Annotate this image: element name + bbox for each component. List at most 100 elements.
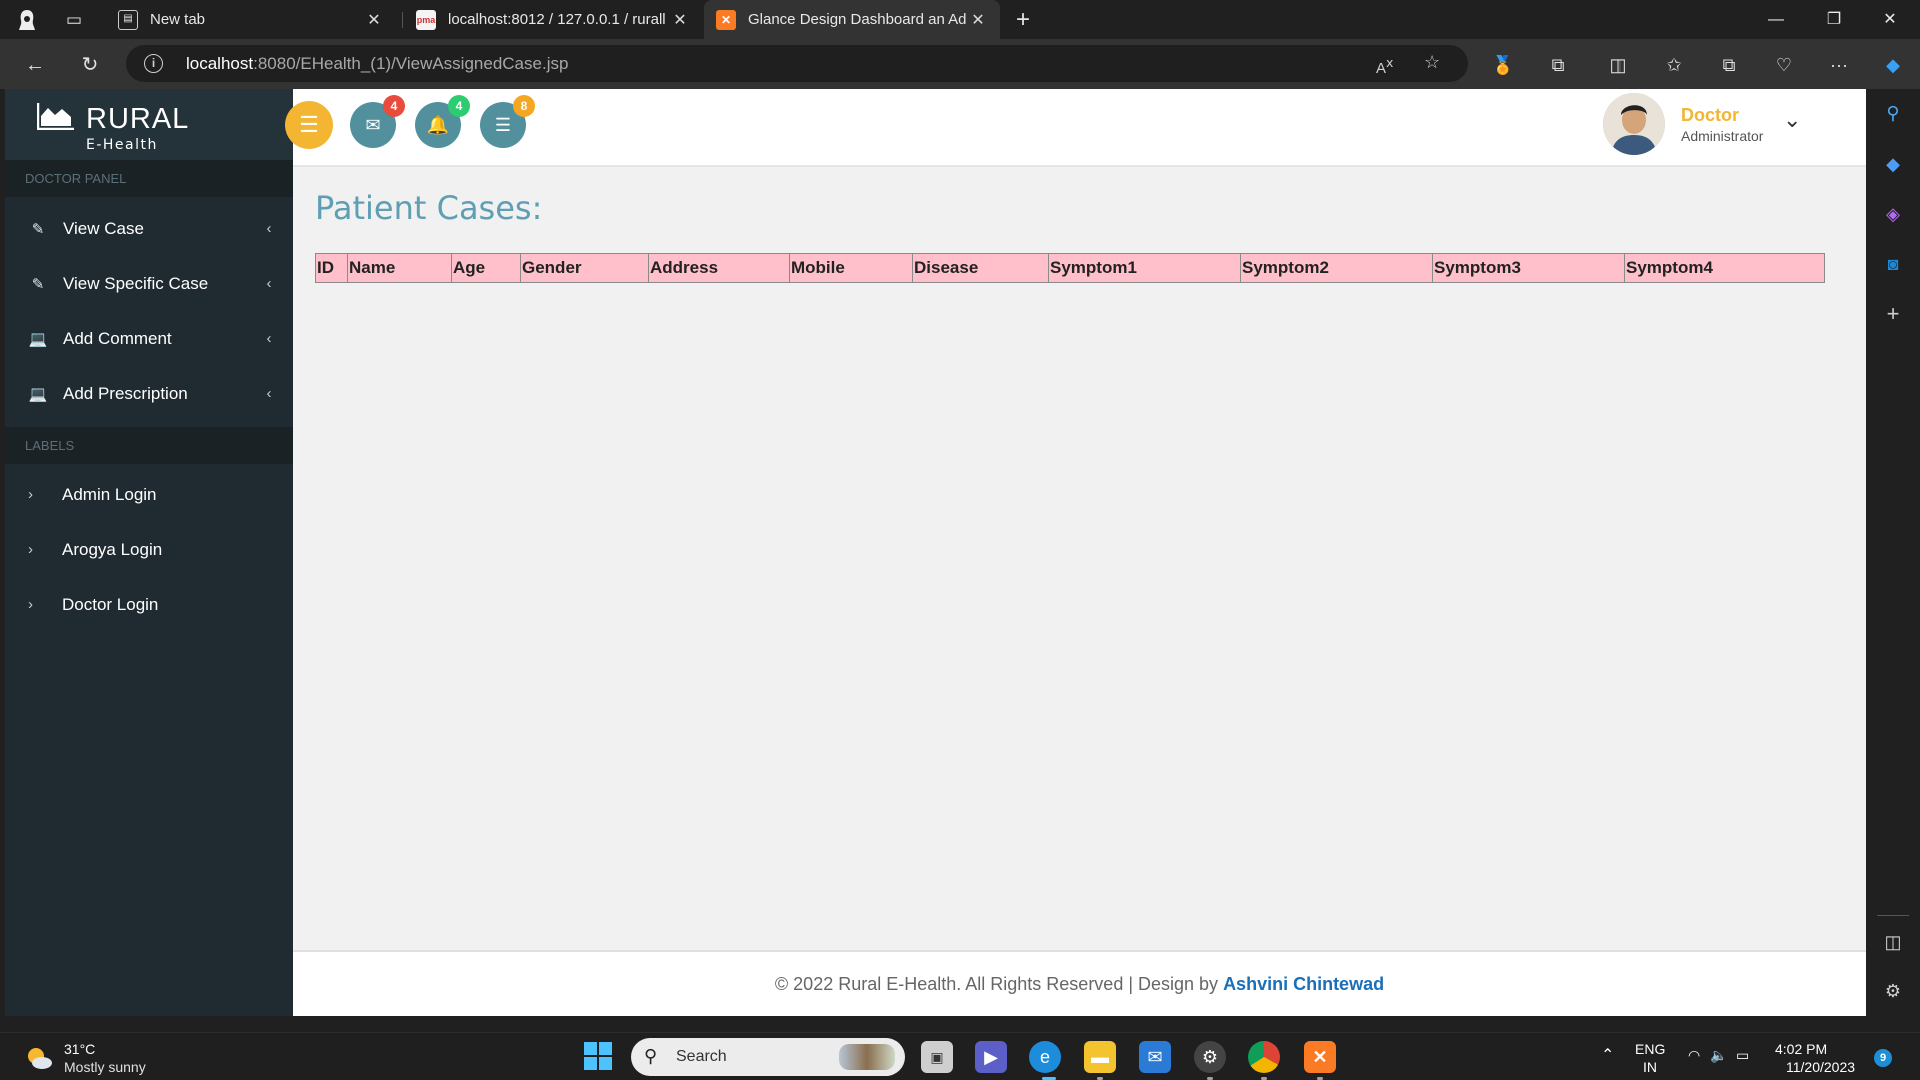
site-info-icon[interactable]: i <box>144 54 163 73</box>
taskbar-search[interactable]: ⚲ Search <box>631 1038 905 1076</box>
xampp-icon[interactable]: ✕ <box>1304 1041 1336 1073</box>
close-tab-icon[interactable]: ✕ <box>968 10 988 30</box>
sidebar-link-admin-login[interactable]: › Admin Login <box>5 467 293 522</box>
favorites-icon[interactable]: ✩ <box>1661 52 1687 78</box>
sidebar-link-doctor-login[interactable]: › Doctor Login <box>5 577 293 632</box>
chevron-down-icon: ⌄ <box>1783 107 1802 132</box>
column-header: Name <box>347 253 452 283</box>
tab-new-tab[interactable]: ▤ New tab ✕ <box>106 0 396 39</box>
sidebar-link-arogya-login[interactable]: › Arogya Login <box>5 522 293 577</box>
sun-cloud-icon <box>28 1048 52 1069</box>
brand-logo[interactable]: RURAL E-Health <box>5 89 293 160</box>
copilot-app-icon[interactable]: ◈ <box>1881 202 1905 226</box>
address-bar[interactable]: i localhost:8080/EHealth_(1)/ViewAssigne… <box>126 45 1468 82</box>
browser-toolbar: ← ↻ i localhost:8080/EHealth_(1)/ViewAss… <box>0 39 1920 89</box>
notifications-button[interactable]: 🔔 4 <box>415 95 470 148</box>
clock-time[interactable]: 4:02 PM <box>1775 1041 1827 1057</box>
extensions-icon[interactable]: ⧉ <box>1545 52 1571 78</box>
hamburger-menu-icon[interactable]: ☰ <box>285 101 333 149</box>
page-title: Patient Cases: <box>315 189 543 227</box>
outlook-icon[interactable]: ◙ <box>1881 252 1905 276</box>
more-options-icon[interactable]: ··· <box>1826 52 1852 78</box>
shopping-tag-icon[interactable]: ◆ <box>1881 152 1905 176</box>
sidebar-item-view-case[interactable]: ✎ View Case ‹ <box>5 201 293 256</box>
search-highlight-image <box>839 1044 895 1070</box>
tab-title: localhost:8012 / 127.0.0.1 / rurall <box>448 11 666 28</box>
minimize-icon[interactable]: — <box>1748 0 1804 39</box>
mail-icon[interactable]: ✉ <box>1139 1041 1171 1073</box>
hide-sidebar-icon[interactable]: ◫ <box>1881 930 1905 954</box>
column-header: Symptom3 <box>1432 253 1625 283</box>
wifi-icon[interactable]: ◠ <box>1688 1047 1700 1064</box>
messages-button[interactable]: ✉ 4 <box>350 95 405 148</box>
laptop-icon: 💻 <box>28 385 48 403</box>
clock-date[interactable]: 11/20/2023 <box>1786 1059 1855 1075</box>
browser-essentials-icon[interactable]: ♡ <box>1771 52 1797 78</box>
patient-cases-table: ID Name Age Gender Address Mobile Diseas… <box>315 253 1825 283</box>
close-tab-icon[interactable]: ✕ <box>364 10 384 30</box>
refresh-icon[interactable]: ↻ <box>77 52 103 78</box>
split-screen-icon[interactable]: ◫ <box>1605 52 1631 78</box>
column-header: ID <box>315 253 348 283</box>
tab-actions-icon[interactable]: ▭ <box>62 8 86 32</box>
new-tab-favicon-icon: ▤ <box>118 9 138 30</box>
profile-role: Administrator <box>1681 128 1764 144</box>
show-hidden-icons-chevron-up-icon[interactable]: ⌃ <box>1601 1045 1614 1065</box>
close-window-icon[interactable]: ✕ <box>1862 0 1918 39</box>
language-bottom[interactable]: IN <box>1643 1059 1657 1075</box>
doctor-panel-header: DOCTOR PANEL <box>5 160 293 197</box>
read-aloud-icon[interactable]: Aⅹ <box>1376 55 1393 77</box>
rewards-medal-icon[interactable]: 🏅 <box>1490 52 1516 78</box>
sidebar-item-label: Add Comment <box>63 328 172 348</box>
sidebar-item-view-specific-case[interactable]: ✎ View Specific Case ‹ <box>5 256 293 311</box>
teams-meet-icon[interactable]: ▶ <box>975 1041 1007 1073</box>
back-arrow-icon[interactable]: ← <box>22 52 48 78</box>
envelope-icon: ✉ <box>365 115 381 135</box>
sidebar-item-add-prescription[interactable]: 💻 Add Prescription ‹ <box>5 366 293 421</box>
footer: © 2022 Rural E-Health. All Rights Reserv… <box>293 950 1866 1016</box>
page-viewport: RURAL E-Health DOCTOR PANEL ✎ View Case … <box>0 89 1866 1016</box>
chevron-right-icon: › <box>28 486 33 503</box>
search-icon[interactable]: ⚲ <box>1881 101 1905 125</box>
new-tab-plus-icon[interactable]: + <box>1011 8 1035 32</box>
task-view-icon[interactable]: ▣ <box>921 1041 953 1073</box>
bell-icon: 🔔 <box>426 115 450 135</box>
edge-browser-icon[interactable]: e <box>1029 1041 1061 1073</box>
collections-icon[interactable]: ⧉ <box>1716 52 1742 78</box>
url-text[interactable]: localhost:8080/EHealth_(1)/ViewAssignedC… <box>186 54 568 74</box>
main-content: ☰ ✉ 4 🔔 4 ☰ 8 Doctor Administrator ⌄ Pat… <box>285 89 1866 1016</box>
language-top[interactable]: ENG <box>1635 1041 1665 1057</box>
weather-widget[interactable]: 31°C Mostly sunny <box>24 1039 204 1077</box>
favorite-star-icon[interactable]: ☆ <box>1424 52 1440 73</box>
profile-icon[interactable] <box>15 8 39 32</box>
top-header: ☰ ✉ 4 🔔 4 ☰ 8 Doctor Administrator ⌄ <box>285 89 1866 167</box>
tasks-badge: 8 <box>513 95 535 117</box>
chevron-left-icon: ‹ <box>266 275 272 292</box>
settings-gear-icon[interactable]: ⚙ <box>1881 979 1905 1003</box>
column-header: Symptom1 <box>1048 253 1241 283</box>
profile-dropdown[interactable]: Doctor Administrator ⌄ <box>1603 93 1863 159</box>
add-app-plus-icon[interactable]: + <box>1881 302 1905 326</box>
battery-icon[interactable]: ▭ <box>1736 1047 1749 1064</box>
restore-icon[interactable]: ❐ <box>1806 0 1862 39</box>
copilot-icon[interactable]: ◆ <box>1880 52 1906 78</box>
brand-name: RURAL <box>86 103 190 135</box>
settings-gear-app-icon[interactable]: ⚙ <box>1194 1041 1226 1073</box>
windows-start-icon[interactable] <box>582 1041 614 1073</box>
divider <box>1877 915 1909 916</box>
chevron-right-icon: › <box>28 596 33 613</box>
tab-phpmyadmin[interactable]: pma localhost:8012 / 127.0.0.1 / rurall … <box>404 0 702 39</box>
close-tab-icon[interactable]: ✕ <box>670 10 690 30</box>
xampp-favicon-icon: ✕ <box>716 9 736 30</box>
edit-icon: ✎ <box>31 275 45 293</box>
notification-count-badge[interactable]: 9 <box>1874 1049 1892 1067</box>
volume-icon[interactable]: 🔈 <box>1710 1047 1727 1064</box>
sidebar-item-add-comment[interactable]: 💻 Add Comment ‹ <box>5 311 293 366</box>
chrome-icon[interactable] <box>1248 1041 1280 1073</box>
area-chart-logo-icon <box>37 103 74 130</box>
tasks-button[interactable]: ☰ 8 <box>480 95 535 148</box>
file-explorer-icon[interactable]: ▬ <box>1084 1041 1116 1073</box>
author-link[interactable]: Ashvini Chintewad <box>1223 974 1384 994</box>
search-placeholder: Search <box>676 1048 727 1065</box>
tab-glance-dashboard[interactable]: ✕ Glance Design Dashboard an Ad ✕ <box>704 0 1000 39</box>
